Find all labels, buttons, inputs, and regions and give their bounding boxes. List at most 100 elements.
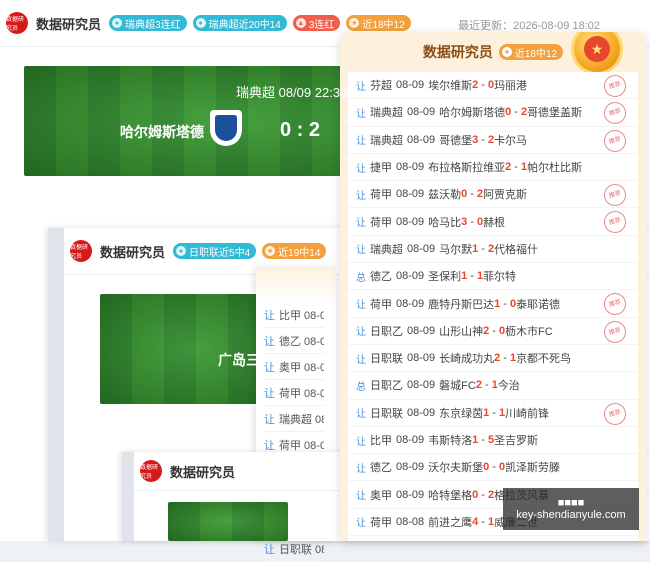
league: 日职乙: [370, 325, 403, 338]
tag-recent-record[interactable]: ★ 近19中14: [262, 243, 327, 259]
league: 日职联: [370, 407, 403, 420]
bet-type-icon: 让: [356, 518, 366, 530]
match-row[interactable]: 让比甲 08-09: [264, 302, 324, 328]
match-row[interactable]: 总德乙 08-09 圣保利 1-1 菲尔特: [348, 263, 638, 291]
match-date: 08-09: [407, 379, 436, 392]
match-row[interactable]: 让瑞典超 08-09 马尔默 1-2 代格福什: [348, 236, 638, 264]
tag-win-streak: ▲ 3连红: [292, 15, 341, 31]
tag-league-record: ● 瑞典超近20中14: [192, 15, 287, 31]
score-separator: -: [492, 461, 496, 474]
watermark: ■■■■ key-shendianyule.com: [503, 488, 639, 530]
home-score: 2: [494, 352, 501, 365]
home-score: 1: [461, 270, 468, 283]
bet-type-icon: 让: [356, 327, 366, 339]
match-banner[interactable]: [168, 502, 288, 541]
star-icon: ★: [265, 246, 276, 256]
star-icon: ★: [349, 18, 360, 28]
score-separator: -: [470, 188, 474, 201]
author-name[interactable]: 数据研究员: [170, 462, 235, 481]
home-score: 4: [472, 515, 479, 528]
match-history-list: 让芬超 08-09 埃尔维斯 2-0 玛丽港 推荐让瑞典超 08-09 哈尔姆斯塔德 0-2 哥德…: [348, 72, 638, 541]
score-separator: -: [514, 161, 518, 174]
home-score: 2: [483, 324, 490, 337]
score-separator: -: [503, 352, 507, 365]
match-row[interactable]: 让德乙 08-09: [264, 328, 324, 354]
match-row[interactable]: 让荷甲 08-09 鹿特丹斯巴达 1-0 泰耶诺德 推荐: [348, 290, 638, 318]
match-info: 奥甲 08-09: [279, 361, 324, 374]
away-team: 阿贾克斯: [483, 189, 528, 202]
match-score: 0 : 2: [280, 119, 321, 141]
card-divider: [122, 452, 134, 541]
match-date: 08-09: [396, 79, 425, 92]
match-row[interactable]: 让德乙 08-09 沃尔夫斯堡 0-0 凯泽斯劳滕: [348, 454, 638, 482]
away-team: 帕尔杜比斯: [527, 162, 583, 175]
away-team: 今治: [497, 380, 520, 393]
home-score: 0: [472, 488, 479, 501]
match-date: 08-09: [407, 106, 436, 119]
match-row[interactable]: 让瑞典超 08-09 哥德堡 3-2 卡尔马 推荐: [348, 127, 638, 155]
avatar[interactable]: 数据研究员: [6, 12, 28, 34]
score-separator: -: [481, 79, 485, 92]
match-row[interactable]: 让瑞典超 08-09 哈尔姆斯塔德 0-2 哥德堡盖斯 推荐: [348, 99, 638, 127]
bet-type-icon: 让: [356, 409, 366, 421]
home-score: 1: [472, 434, 479, 446]
home-score: 1: [483, 406, 490, 419]
home-score: 0: [461, 188, 468, 201]
match-row[interactable]: 让瑞典超 08-09: [264, 406, 324, 432]
away-team: 赫根: [483, 216, 506, 229]
team-logo: [210, 110, 242, 146]
bet-type-icon: 让: [356, 463, 366, 475]
away-team: 菲尔特: [483, 271, 517, 284]
home-score: 0: [483, 461, 490, 474]
match-row[interactable]: 让荷甲 08-09 哈马比 3-0 赫根 推荐: [348, 208, 638, 236]
bet-type-icon: 让: [264, 335, 275, 348]
match-row[interactable]: 让荷甲 08-09: [264, 380, 324, 406]
bet-type-icon: 让: [356, 81, 366, 93]
bet-type-icon: 总: [356, 272, 366, 284]
author-name[interactable]: 数据研究员: [36, 14, 101, 33]
league: 德乙: [370, 462, 392, 475]
match-date: 08-09: [396, 215, 425, 228]
match-banner[interactable]: 广岛三: [100, 294, 280, 404]
score-separator: -: [492, 406, 496, 419]
score-separator: -: [470, 270, 474, 283]
home-score: 2: [472, 79, 479, 92]
match-row[interactable]: 让芬超 08-09 埃尔维斯 2-0 玛丽港 推荐: [348, 72, 638, 100]
match-row[interactable]: 让瑞典超08-08米亚尔比1-0埃尔夫斯堡: [348, 536, 638, 541]
fire-icon: ▲: [295, 18, 306, 28]
match-row[interactable]: 让奥甲 08-09: [264, 354, 324, 380]
bet-type-icon: 让: [264, 543, 275, 556]
match-row[interactable]: 让日职联 08-09 东京绿茵 1-1 川崎前锋 推荐: [348, 400, 638, 428]
match-date: 08-09: [396, 488, 425, 501]
match-date: 08-09: [396, 161, 425, 174]
avatar[interactable]: 数据研究员: [70, 240, 92, 262]
hit-stamp-icon: 推荐: [601, 318, 629, 346]
bet-type-icon: 让: [356, 354, 366, 366]
history-popup: 数据研究员 ★ 近18中12 ★ 让芬超 08-09 埃尔维斯 2-0 玛丽港 推荐让瑞典超…: [340, 32, 646, 541]
bet-type-icon: 让: [264, 387, 275, 400]
tag-recent-record[interactable]: ★ 近18中12: [346, 15, 411, 31]
match-row[interactable]: 让日职联 08-09 长崎成功丸 2-1 京都不死鸟: [348, 345, 638, 373]
league: 日职乙: [370, 380, 403, 393]
away-team: 哥德堡盖斯: [527, 107, 583, 120]
away-team: 泰耶诺德: [516, 298, 561, 311]
away-team: 玛丽港: [494, 80, 528, 93]
avatar[interactable]: 数据研究员: [140, 460, 162, 482]
bet-type-icon: 让: [356, 190, 366, 202]
match-row[interactable]: 总日职乙 08-09 磐城FC 2-1 今治: [348, 372, 638, 400]
match-row[interactable]: 让比甲 08-09 韦斯特洛 1-5 圣吉罗斯: [348, 427, 638, 455]
match-row[interactable]: 让日职乙 08-09 山形山神 2-0 枥木市FC 推荐: [348, 318, 638, 346]
card-divider: [48, 228, 64, 541]
home-score: 0: [505, 106, 512, 119]
bet-type-icon: 让: [356, 491, 366, 503]
league: 瑞典超: [370, 134, 403, 147]
away-team: 枥木市FC: [505, 325, 553, 338]
match-date: 08-09: [396, 188, 425, 201]
match-row[interactable]: 让荷甲 08-09 兹沃勒 0-2 阿贾克斯 推荐: [348, 181, 638, 209]
bet-type-icon: 让: [264, 309, 275, 322]
score-separator: -: [492, 324, 496, 337]
away-team: 圣吉罗斯: [494, 435, 539, 447]
bet-type-icon: 让: [356, 245, 366, 257]
match-row[interactable]: 让捷甲 08-09 布拉格斯拉维亚 2-1 帕尔杜比斯: [348, 154, 638, 182]
author-name[interactable]: 数据研究员: [100, 242, 165, 261]
